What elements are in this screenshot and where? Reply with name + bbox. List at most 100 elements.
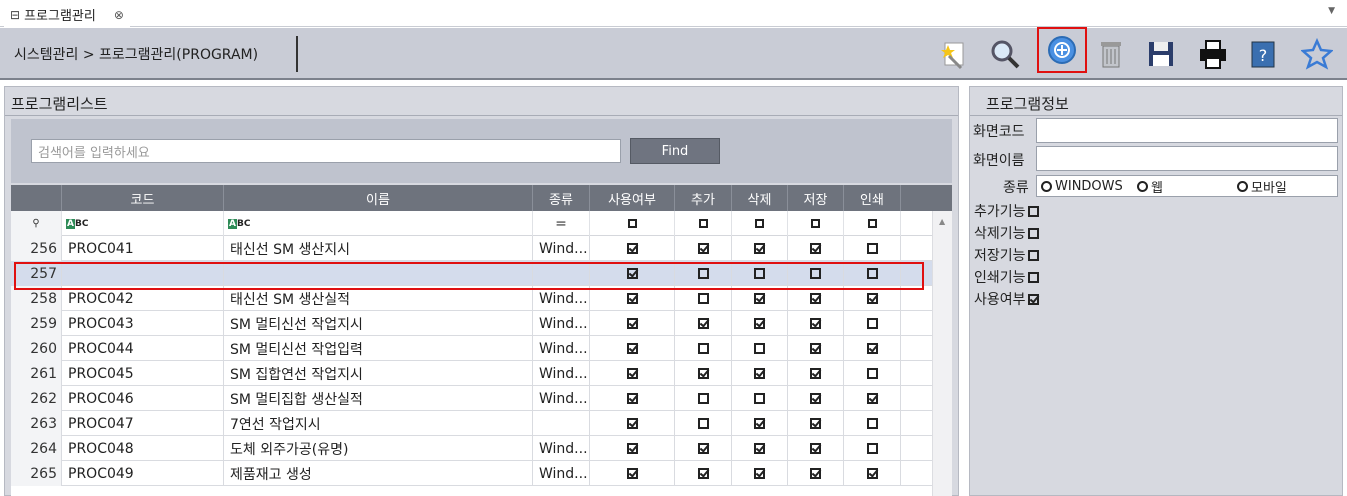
print-function-row[interactable]: 인쇄기능 xyxy=(974,267,1039,287)
print-checkbox[interactable] xyxy=(844,261,901,286)
filter-delete[interactable] xyxy=(732,211,788,236)
use-checkbox[interactable] xyxy=(590,386,675,411)
print-checkbox[interactable] xyxy=(844,436,901,461)
add-checkbox[interactable] xyxy=(675,411,732,436)
filter-add[interactable] xyxy=(675,211,732,236)
table-row[interactable]: 264 PROC048 도체 외주가공(유명) Wind... xyxy=(11,436,952,461)
delete-checkbox[interactable] xyxy=(732,411,788,436)
radio-mobile[interactable]: 모바일 xyxy=(1237,177,1287,196)
filter-kind[interactable]: = xyxy=(533,211,590,236)
delete-checkbox[interactable] xyxy=(732,261,788,286)
add-checkbox[interactable] xyxy=(675,436,732,461)
save-function-row[interactable]: 저장기능 xyxy=(974,245,1039,265)
header-add[interactable]: 추가 xyxy=(675,185,732,211)
save-checkbox[interactable] xyxy=(788,311,844,336)
table-row[interactable]: 265 PROC049 제품재고 생성 Wind... xyxy=(11,461,952,486)
search-input[interactable]: 검색어를 입력하세요 xyxy=(31,139,621,163)
save-checkbox[interactable] xyxy=(788,461,844,486)
add-function-row[interactable]: 추가기능 xyxy=(974,201,1039,221)
header-save[interactable]: 저장 xyxy=(788,185,844,211)
print-checkbox[interactable] xyxy=(844,286,901,311)
table-row[interactable]: 263 PROC047 7연선 작업지시 xyxy=(11,411,952,436)
table-row[interactable]: 259 PROC043 SM 멀티신선 작업지시 Wind... xyxy=(11,311,952,336)
filter-name[interactable]: ABC xyxy=(224,211,533,236)
header-use[interactable]: 사용여부 xyxy=(590,185,675,211)
table-row[interactable]: 258 PROC042 태신선 SM 생산실적 Wind... xyxy=(11,286,952,311)
delete-icon[interactable] xyxy=(1092,36,1130,72)
use-checkbox[interactable] xyxy=(590,286,675,311)
save-checkbox[interactable] xyxy=(788,236,844,261)
header-kind[interactable]: 종류 xyxy=(533,185,590,211)
use-checkbox[interactable] xyxy=(590,236,675,261)
add-checkbox[interactable] xyxy=(675,361,732,386)
table-row[interactable]: 256 PROC041 태신선 SM 생산지시 Wind... xyxy=(11,236,952,261)
use-checkbox[interactable] xyxy=(590,436,675,461)
print-checkbox[interactable] xyxy=(844,411,901,436)
delete-checkbox[interactable] xyxy=(732,461,788,486)
save-checkbox[interactable] xyxy=(788,361,844,386)
add-checkbox[interactable] xyxy=(675,386,732,411)
print-checkbox[interactable] xyxy=(844,236,901,261)
save-icon[interactable] xyxy=(1142,36,1180,72)
filter-use[interactable] xyxy=(590,211,675,236)
help-icon[interactable]: ? xyxy=(1244,36,1282,72)
use-checkbox[interactable] xyxy=(590,261,675,286)
new-wand-icon[interactable] xyxy=(934,36,972,72)
delete-checkbox[interactable] xyxy=(732,436,788,461)
scroll-up-icon[interactable]: ▲ xyxy=(939,217,945,226)
header-print[interactable]: 인쇄 xyxy=(844,185,901,211)
delete-checkbox[interactable] xyxy=(732,336,788,361)
add-checkbox[interactable] xyxy=(675,261,732,286)
use-checkbox[interactable] xyxy=(590,411,675,436)
table-row[interactable]: 257 xyxy=(11,261,952,286)
vertical-scrollbar[interactable]: ▲ xyxy=(932,211,952,496)
radio-windows[interactable]: WINDOWS xyxy=(1041,179,1123,194)
use-checkbox[interactable] xyxy=(590,336,675,361)
use-checkbox[interactable] xyxy=(1027,293,1039,305)
delete-checkbox[interactable] xyxy=(732,286,788,311)
favorite-icon[interactable] xyxy=(1298,36,1336,72)
delete-checkbox[interactable] xyxy=(732,361,788,386)
print-icon[interactable] xyxy=(1194,36,1232,72)
filter-code[interactable]: ABC xyxy=(62,211,224,236)
add-function-checkbox[interactable] xyxy=(1027,205,1039,217)
header-delete[interactable]: 삭제 xyxy=(732,185,788,211)
print-checkbox[interactable] xyxy=(844,336,901,361)
search-icon[interactable] xyxy=(986,36,1024,72)
close-icon[interactable]: ⊗ xyxy=(114,8,124,22)
filter-save[interactable] xyxy=(788,211,844,236)
print-checkbox[interactable] xyxy=(844,461,901,486)
print-function-checkbox[interactable] xyxy=(1027,271,1039,283)
use-row[interactable]: 사용여부 xyxy=(974,289,1039,309)
add-checkbox[interactable] xyxy=(675,311,732,336)
print-checkbox[interactable] xyxy=(844,361,901,386)
screen-code-input[interactable] xyxy=(1036,118,1338,143)
use-checkbox[interactable] xyxy=(590,361,675,386)
save-checkbox[interactable] xyxy=(788,286,844,311)
add-checkbox[interactable] xyxy=(675,461,732,486)
add-checkbox[interactable] xyxy=(675,236,732,261)
print-checkbox[interactable] xyxy=(844,386,901,411)
add-icon[interactable] xyxy=(1037,27,1087,73)
save-checkbox[interactable] xyxy=(788,261,844,286)
save-checkbox[interactable] xyxy=(788,386,844,411)
save-function-checkbox[interactable] xyxy=(1027,249,1039,261)
use-checkbox[interactable] xyxy=(590,461,675,486)
delete-checkbox[interactable] xyxy=(732,311,788,336)
save-checkbox[interactable] xyxy=(788,411,844,436)
screen-name-input[interactable] xyxy=(1036,146,1338,171)
filter-print[interactable] xyxy=(844,211,901,236)
delete-checkbox[interactable] xyxy=(732,386,788,411)
chevron-down-icon[interactable]: ▼ xyxy=(1328,6,1335,16)
delete-function-row[interactable]: 삭제기능 xyxy=(974,223,1039,243)
find-button[interactable]: Find xyxy=(630,138,720,164)
header-code[interactable]: 코드 xyxy=(62,185,224,211)
table-row[interactable]: 261 PROC045 SM 집합연선 작업지시 Wind... xyxy=(11,361,952,386)
print-checkbox[interactable] xyxy=(844,311,901,336)
table-row[interactable]: 262 PROC046 SM 멀티집합 생산실적 Wind... xyxy=(11,386,952,411)
table-row[interactable]: 260 PROC044 SM 멀티신선 작업입력 Wind... xyxy=(11,336,952,361)
save-checkbox[interactable] xyxy=(788,436,844,461)
delete-function-checkbox[interactable] xyxy=(1027,227,1039,239)
use-checkbox[interactable] xyxy=(590,311,675,336)
header-name[interactable]: 이름 xyxy=(224,185,533,211)
